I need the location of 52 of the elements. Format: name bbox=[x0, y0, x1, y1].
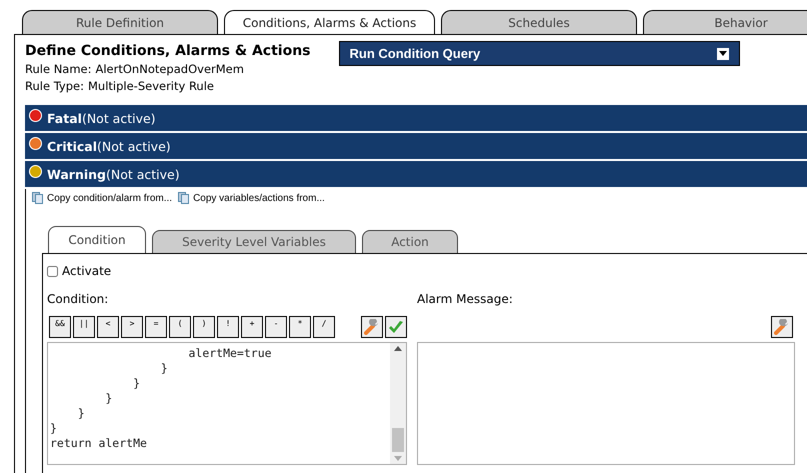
tab[interactable]: Rule Definition bbox=[22, 10, 218, 34]
activate-checkbox[interactable] bbox=[47, 266, 58, 276]
caret-icon bbox=[716, 48, 729, 60]
severity-label: Fatal(Not active) bbox=[47, 110, 156, 126]
alarm-message-field[interactable] bbox=[417, 342, 795, 465]
operator-button[interactable]: ( bbox=[169, 316, 191, 338]
operator-button[interactable]: || bbox=[73, 316, 95, 338]
operator-button[interactable]: ) bbox=[193, 316, 215, 338]
rule-type: Multiple-Severity Rule bbox=[88, 79, 214, 93]
scroll-thumb[interactable] bbox=[392, 428, 404, 452]
field-label: Rule Name: bbox=[25, 62, 92, 76]
page-title: Define Conditions, Alarms & Actions bbox=[25, 43, 311, 59]
condition-label: Condition: bbox=[47, 292, 110, 308]
severity-header[interactable]: Critical(Not active) bbox=[25, 133, 807, 159]
tab[interactable]: Severity Level Variables bbox=[152, 230, 356, 253]
wrench-button[interactable] bbox=[361, 316, 383, 338]
alarm-message-label: Alarm Message: bbox=[417, 292, 514, 308]
scrollbar[interactable] bbox=[390, 343, 406, 464]
scroll-up-icon[interactable] bbox=[394, 346, 402, 351]
tab[interactable]: Behavior bbox=[643, 10, 807, 34]
operator-button[interactable]: - bbox=[265, 316, 287, 338]
copy-link[interactable]: Copy condition/alarm from... bbox=[32, 192, 172, 204]
operator-button[interactable]: + bbox=[241, 316, 263, 338]
severity-label: Critical(Not active) bbox=[47, 138, 171, 154]
copy-icon bbox=[178, 192, 190, 204]
code-text: alertMe=true } } } } } return alertMe bbox=[49, 345, 273, 452]
query-dropdown[interactable]: Run Condition Query bbox=[338, 41, 740, 66]
tab[interactable]: Schedules bbox=[441, 10, 637, 34]
operator-button[interactable]: < bbox=[97, 316, 119, 338]
operator-button[interactable]: = bbox=[145, 316, 167, 338]
severity-header[interactable]: Fatal(Not active) bbox=[25, 105, 807, 131]
condition-editor[interactable]: alertMe=true } } } } } return alertMe bbox=[47, 342, 407, 465]
checkbox-label: Activate bbox=[62, 264, 112, 278]
tab[interactable]: Conditions, Alarms & Actions bbox=[224, 10, 435, 34]
operator-button[interactable]: / bbox=[313, 316, 335, 338]
wrench-icon bbox=[364, 319, 380, 335]
rule-name: AlertOnNotepadOverMem bbox=[96, 62, 244, 76]
copy-link[interactable]: Copy variables/actions from... bbox=[178, 192, 325, 204]
check-icon bbox=[388, 320, 404, 334]
operator-button[interactable]: * bbox=[289, 316, 311, 338]
operator-button[interactable]: && bbox=[49, 316, 71, 338]
operator-button[interactable]: ! bbox=[217, 316, 239, 338]
severity-label: Warning(Not active) bbox=[47, 166, 180, 182]
wrench-icon bbox=[774, 319, 790, 335]
wrench-button[interactable] bbox=[771, 316, 793, 338]
field-label: Rule Type: bbox=[25, 79, 84, 93]
validate-button[interactable] bbox=[385, 316, 407, 338]
tab[interactable]: Action bbox=[362, 230, 458, 253]
copy-icon bbox=[32, 192, 44, 204]
severity-header[interactable]: Warning(Not active) bbox=[25, 161, 807, 187]
tab[interactable]: Condition bbox=[48, 226, 146, 253]
operator-button[interactable]: > bbox=[121, 316, 143, 338]
